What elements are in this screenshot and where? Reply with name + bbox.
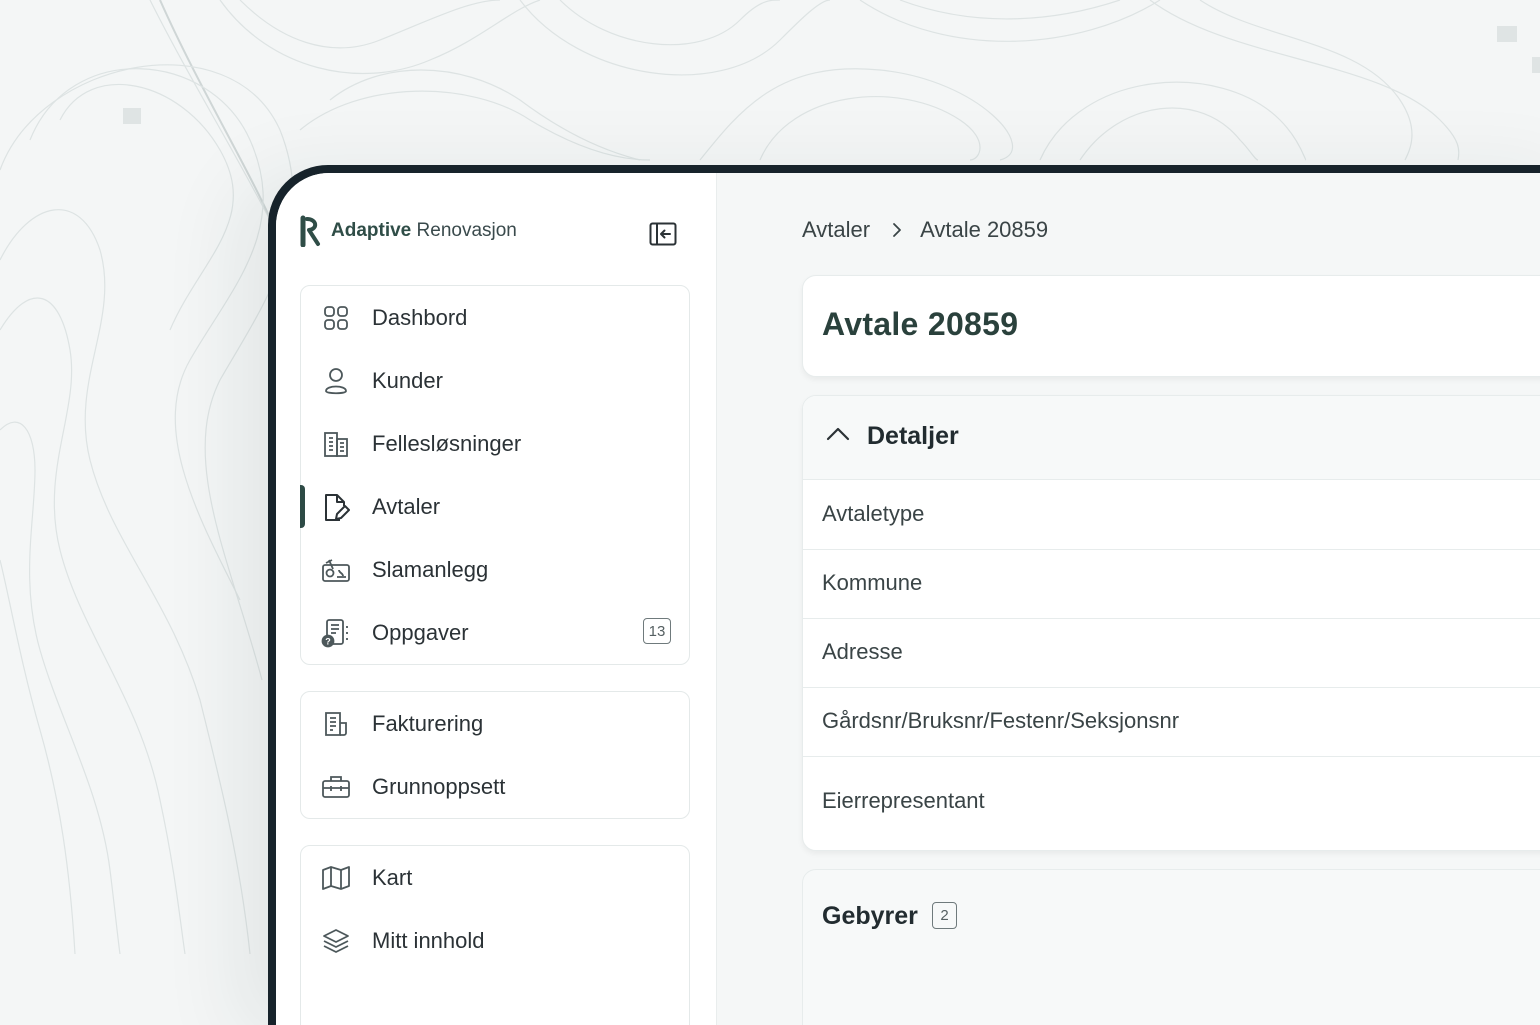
sidebar-item-kunder[interactable]: Kunder bbox=[301, 349, 689, 412]
sidebar-item-label: Slamanlegg bbox=[372, 556, 489, 582]
layers-icon bbox=[321, 926, 351, 956]
sludge-facility-icon bbox=[321, 555, 351, 585]
detail-row-avtaletype: Avtaletype bbox=[803, 480, 1540, 550]
brand-logo-icon bbox=[300, 215, 320, 247]
active-indicator bbox=[300, 485, 305, 528]
app-screen: Adaptive Renovasjon Dashbord Kunder Fell… bbox=[276, 173, 1540, 1025]
sidebar-item-fakturering[interactable]: Fakturering bbox=[301, 692, 689, 755]
fees-count-badge: 2 bbox=[932, 902, 957, 929]
document-edit-icon bbox=[321, 492, 351, 522]
sidebar-item-dashbord[interactable]: Dashbord bbox=[301, 286, 689, 349]
sidebar-item-fellesløsninger[interactable]: Fellesløsninger bbox=[301, 412, 689, 475]
detail-label: Gårdsnr/Bruksnr/Festenr/Seksjonsnr bbox=[822, 708, 1180, 733]
sidebar-item-label: Kart bbox=[372, 864, 413, 890]
invoice-icon bbox=[321, 709, 351, 739]
tasks-icon: ? bbox=[321, 618, 351, 648]
nav-group-content: Kart Mitt innhold bbox=[300, 845, 690, 1025]
svg-text:?: ? bbox=[325, 637, 331, 647]
fees-title: Gebyrer bbox=[822, 902, 918, 930]
sidebar-item-label: Grunnoppsett bbox=[372, 773, 506, 799]
nav-group-admin: Fakturering Grunnoppsett bbox=[300, 691, 690, 819]
fees-panel[interactable]: Gebyrer 2 bbox=[802, 869, 1540, 1025]
device-frame: Adaptive Renovasjon Dashbord Kunder Fell… bbox=[268, 165, 1540, 1025]
brand[interactable]: Adaptive Renovasjon bbox=[300, 215, 517, 247]
detail-row-gardsnr: Gårdsnr/Bruksnr/Festenr/Seksjonsnr bbox=[803, 687, 1540, 757]
breadcrumb-parent-link[interactable]: Avtaler bbox=[802, 217, 870, 243]
page-title: Avtale 20859 bbox=[822, 306, 1019, 342]
sidebar-item-grunnoppsett[interactable]: Grunnoppsett bbox=[301, 755, 689, 818]
detail-label: Avtaletype bbox=[822, 501, 925, 526]
detail-label: Adresse bbox=[822, 639, 903, 664]
breadcrumb: Avtaler Avtale 20859 bbox=[802, 217, 1048, 243]
collapse-sidebar-button[interactable] bbox=[648, 219, 678, 249]
sidebar-item-slamanlegg[interactable]: Slamanlegg bbox=[301, 538, 689, 601]
sidebar-item-oppgaver[interactable]: ? Oppgaver 13 bbox=[301, 601, 689, 664]
details-toggle[interactable]: Detaljer bbox=[803, 396, 1540, 480]
nav-group-main: Dashbord Kunder Fellesløsninger Avtaler … bbox=[300, 285, 690, 665]
detail-row-eierrepresentant: Eierrepresentant bbox=[803, 756, 1540, 850]
tasks-count-badge: 13 bbox=[643, 618, 671, 644]
collapse-sidebar-icon bbox=[649, 222, 677, 246]
map-icon bbox=[321, 863, 351, 893]
main-content: Avtaler Avtale 20859 Avtale 20859 Detalj… bbox=[717, 173, 1540, 1025]
detail-label: Kommune bbox=[822, 570, 923, 595]
sidebar-item-label: Kunder bbox=[372, 367, 443, 393]
building-icon bbox=[321, 429, 351, 459]
sidebar-item-kart[interactable]: Kart bbox=[301, 846, 689, 909]
breadcrumb-current: Avtale 20859 bbox=[920, 217, 1049, 242]
sidebar-item-avtaler[interactable]: Avtaler bbox=[300, 475, 689, 538]
detail-row-adresse: Adresse bbox=[803, 618, 1540, 688]
detail-row-kommune: Kommune bbox=[803, 549, 1540, 619]
brand-name: Adaptive Renovasjon bbox=[331, 220, 517, 241]
sidebar-item-label: Fellesløsninger bbox=[372, 430, 522, 456]
dashboard-grid-icon bbox=[321, 303, 351, 333]
details-panel: Detaljer Avtaletype Kommune Adresse Gård… bbox=[802, 395, 1540, 851]
sidebar-item-label: Avtaler bbox=[372, 493, 441, 519]
details-title: Detaljer bbox=[867, 422, 959, 450]
title-card: Avtale 20859 bbox=[802, 275, 1540, 377]
chevron-right-icon bbox=[892, 222, 902, 238]
detail-label: Eierrepresentant bbox=[822, 788, 985, 813]
sidebar-item-mitt-innhold[interactable]: Mitt innhold bbox=[301, 909, 689, 972]
chevron-up-icon bbox=[826, 427, 850, 441]
sidebar-item-label: Oppgaver bbox=[372, 619, 469, 645]
sidebar-item-label: Mitt innhold bbox=[372, 927, 485, 953]
sidebar-item-label: Fakturering bbox=[372, 710, 484, 736]
user-icon bbox=[321, 366, 351, 396]
sidebar: Adaptive Renovasjon Dashbord Kunder Fell… bbox=[276, 173, 717, 1025]
sidebar-item-label: Dashbord bbox=[372, 304, 468, 330]
briefcase-icon bbox=[321, 772, 351, 802]
